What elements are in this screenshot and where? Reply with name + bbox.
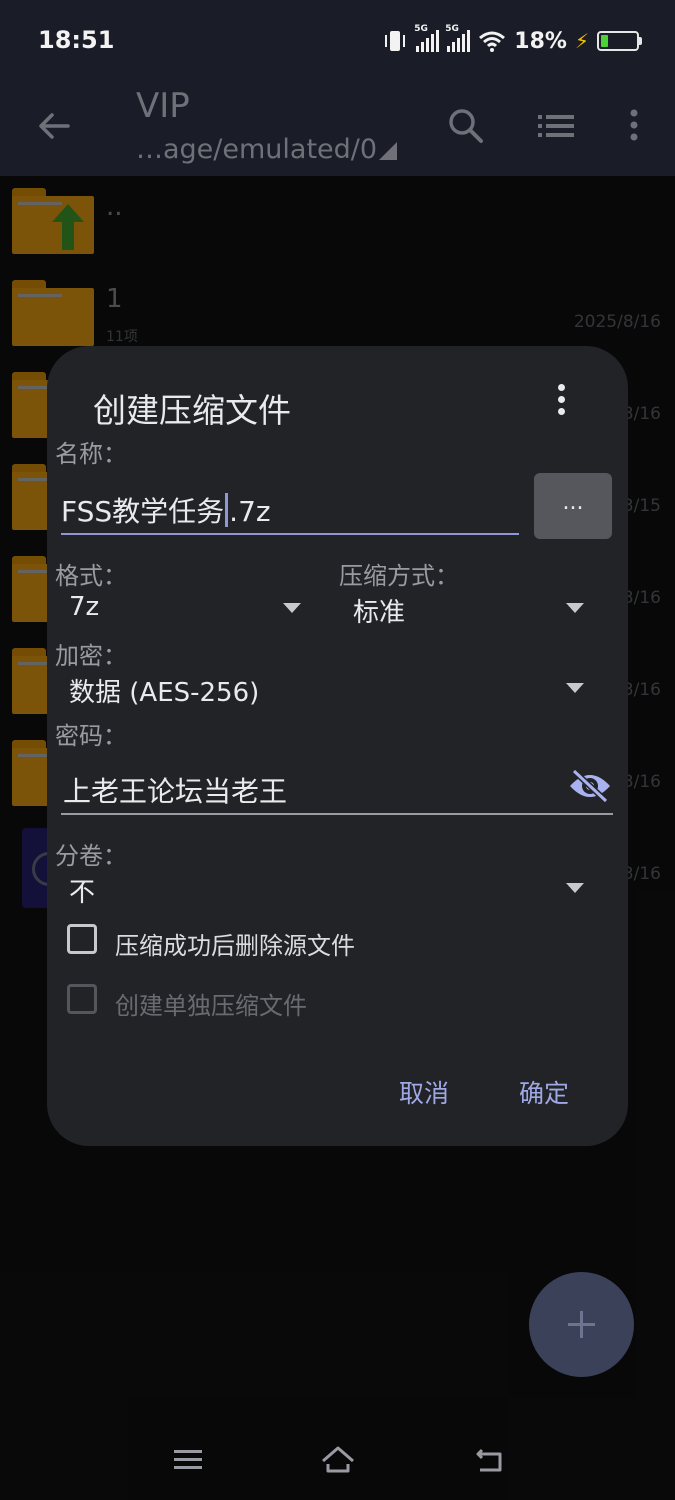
method-select[interactable]: 标准: [353, 592, 405, 629]
split-dropdown-icon[interactable]: [566, 883, 584, 893]
charging-bolt-icon: ⚡: [574, 29, 589, 53]
password-label: 密码：: [55, 722, 127, 750]
battery-percent: 18%: [514, 28, 567, 54]
method-dropdown-icon[interactable]: [566, 603, 584, 613]
separate-archive-label: 创建单独压缩文件: [115, 992, 307, 1020]
confirm-button[interactable]: 确定: [519, 1074, 569, 1110]
browse-button[interactable]: ...: [534, 473, 612, 539]
status-bar: 18:51 5G 5G 18% ⚡: [0, 0, 675, 80]
encrypt-label: 加密：: [55, 642, 127, 670]
separate-archive-checkbox[interactable]: [67, 984, 97, 1014]
name-text-after: .7z: [229, 495, 271, 528]
path-dropdown[interactable]: …age/emulated/0: [136, 134, 398, 165]
vibrate-icon: [385, 31, 406, 51]
home-nav-icon[interactable]: [320, 1444, 356, 1476]
search-icon[interactable]: [444, 104, 488, 148]
path-text: …age/emulated/0: [136, 134, 378, 165]
method-label: 压缩方式：: [339, 562, 459, 590]
more-vert-icon[interactable]: [612, 104, 656, 148]
format-select[interactable]: 7z: [69, 592, 99, 622]
split-select[interactable]: 不: [69, 872, 95, 909]
status-time: 18:51: [38, 26, 115, 54]
name-text-before: FSS教学任务: [61, 495, 225, 528]
wifi-icon: [479, 31, 506, 52]
visibility-off-icon[interactable]: [567, 768, 613, 804]
name-input[interactable]: FSS教学任务 .7z: [61, 490, 271, 530]
create-archive-dialog: 创建压缩文件 名称： FSS教学任务 .7z ... 格式： 7z 压缩方式： 标…: [47, 346, 628, 1146]
list-view-icon[interactable]: [534, 104, 578, 148]
encrypt-select[interactable]: 数据 (AES-256): [69, 672, 259, 709]
add-fab-button[interactable]: [529, 1272, 634, 1377]
dialog-title: 创建压缩文件: [93, 391, 291, 430]
status-icons: 5G 5G 18% ⚡: [382, 24, 642, 58]
split-label: 分卷：: [55, 842, 127, 870]
password-input[interactable]: 上老王论坛当老王: [63, 770, 287, 810]
signal-icon-2: 5G: [445, 24, 471, 52]
name-underline: [61, 533, 519, 535]
text-cursor: [225, 493, 229, 527]
menu-nav-icon[interactable]: [170, 1444, 206, 1476]
back-arrow-icon[interactable]: [34, 106, 74, 146]
format-label: 格式：: [55, 562, 127, 590]
back-nav-icon[interactable]: [470, 1444, 506, 1476]
dialog-more-icon[interactable]: [551, 384, 571, 420]
system-nav-bar: [0, 1420, 675, 1500]
format-dropdown-icon[interactable]: [283, 603, 301, 613]
delete-source-checkbox[interactable]: [67, 924, 97, 954]
encrypt-dropdown-icon[interactable]: [566, 683, 584, 693]
password-underline: [61, 813, 613, 815]
battery-icon: [597, 31, 642, 51]
name-label: 名称：: [55, 440, 127, 468]
signal-icon-1: 5G: [414, 24, 440, 52]
delete-source-label: 压缩成功后删除源文件: [115, 932, 355, 960]
app-title: VIP: [136, 86, 190, 126]
app-bar: VIP …age/emulated/0: [0, 80, 675, 176]
dropdown-corner-icon: [379, 142, 398, 160]
cancel-button[interactable]: 取消: [399, 1074, 449, 1110]
